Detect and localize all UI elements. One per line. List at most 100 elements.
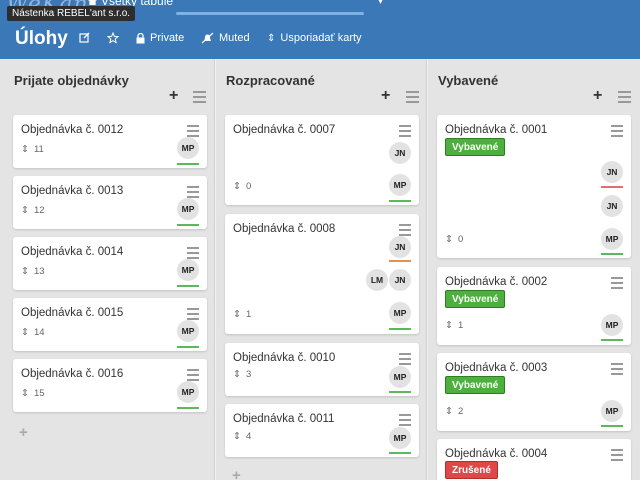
card-title: Objednávka č. 0007 bbox=[233, 124, 336, 136]
card-sort-order: ⇕ 0 bbox=[233, 181, 251, 192]
add-card-plus[interactable]: + bbox=[232, 467, 241, 480]
avatar[interactable]: MP bbox=[389, 366, 411, 388]
avatar[interactable]: JN bbox=[389, 142, 411, 164]
card[interactable]: Objednávka č. 0012 ⇕ 11 MP bbox=[13, 115, 207, 168]
avatar-underline bbox=[177, 407, 199, 409]
pencil-icon bbox=[79, 32, 90, 43]
card[interactable]: Objednávka č. 0001 Vybavené JN JN ⇕ 0 MP bbox=[437, 115, 631, 258]
sort-arrows-icon: ⇕ bbox=[21, 144, 29, 155]
card-title: Objednávka č. 0011 bbox=[233, 413, 335, 425]
avatar[interactable]: JN bbox=[389, 269, 411, 291]
list-title[interactable]: Prijate objednávky bbox=[14, 73, 129, 88]
sort-arrows-icon: ⇕ bbox=[233, 181, 241, 192]
avatar[interactable]: MP bbox=[177, 198, 199, 220]
avatar-underline bbox=[601, 425, 623, 427]
status-badge: Vybavené bbox=[445, 138, 506, 156]
avatar[interactable]: MP bbox=[389, 302, 411, 324]
sort-value: 15 bbox=[33, 388, 45, 399]
card-sort-order: ⇕ 3 bbox=[233, 369, 251, 380]
sort-arrows-icon: ⇕ bbox=[21, 327, 29, 338]
watch-button[interactable]: Muted bbox=[201, 32, 250, 44]
card[interactable]: Objednávka č. 0010 ⇕ 3 MP bbox=[225, 343, 419, 396]
card-menu-icon[interactable] bbox=[611, 277, 623, 292]
status-badge: Vybavené bbox=[445, 290, 506, 308]
avatar-underline bbox=[389, 200, 411, 202]
board-title[interactable]: Úlohy bbox=[15, 28, 68, 50]
list-title[interactable]: Vybavené bbox=[438, 73, 498, 88]
edit-board-button[interactable] bbox=[79, 32, 90, 43]
avatar[interactable]: MP bbox=[601, 228, 623, 250]
card[interactable]: Objednávka č. 0007 JN ⇕ 0 MP bbox=[225, 115, 419, 205]
avatar[interactable]: MP bbox=[177, 259, 199, 281]
avatar-underline bbox=[177, 224, 199, 226]
sort-value: 2 bbox=[457, 406, 464, 417]
sort-value: 4 bbox=[245, 431, 252, 442]
avatar[interactable]: MP bbox=[601, 400, 623, 422]
avatar[interactable]: JN bbox=[601, 195, 623, 217]
avatar[interactable]: MP bbox=[177, 137, 199, 159]
card-sort-order: ⇕ 4 bbox=[233, 431, 251, 442]
sort-arrows-icon: ⇕ bbox=[445, 320, 453, 331]
star-icon bbox=[107, 32, 119, 44]
avatar-underline bbox=[601, 186, 623, 188]
card-sort-order: ⇕ 1 bbox=[233, 309, 251, 320]
card[interactable]: Objednávka č. 0014 ⇕ 13 MP bbox=[13, 237, 207, 290]
visibility-button[interactable]: Private bbox=[136, 32, 184, 44]
avatar[interactable]: MP bbox=[389, 174, 411, 196]
avatar-underline bbox=[389, 452, 411, 454]
card-sort-order: ⇕ 12 bbox=[21, 205, 45, 216]
sort-value: 0 bbox=[245, 181, 252, 192]
list-menu-icon[interactable] bbox=[618, 91, 631, 106]
avatar[interactable]: JN bbox=[389, 236, 411, 258]
sort-icon: ⇕ bbox=[267, 32, 276, 44]
card-menu-icon[interactable] bbox=[611, 449, 623, 464]
status-badge: Vybavené bbox=[445, 376, 506, 394]
bell-slash-icon bbox=[201, 32, 214, 44]
avatar-underline bbox=[601, 339, 623, 341]
list-menu-icon[interactable] bbox=[406, 91, 419, 106]
card-title: Objednávka č. 0012 bbox=[21, 124, 124, 136]
card-menu-icon[interactable] bbox=[399, 125, 411, 140]
card[interactable]: Objednávka č. 0002 Vybavené ⇕ 1 MP bbox=[437, 267, 631, 345]
sort-arrows-icon: ⇕ bbox=[21, 205, 29, 216]
card-sort-order: ⇕ 2 bbox=[445, 406, 463, 417]
card-title: Objednávka č. 0008 bbox=[233, 223, 336, 235]
card[interactable]: Objednávka č. 0015 ⇕ 14 MP bbox=[13, 298, 207, 351]
add-card-button[interactable]: + bbox=[381, 87, 390, 105]
avatar-underline bbox=[177, 285, 199, 287]
card[interactable]: Objednávka č. 0011 ⇕ 4 MP bbox=[225, 404, 419, 457]
list-menu-icon[interactable] bbox=[193, 91, 206, 106]
avatar[interactable]: MP bbox=[177, 381, 199, 403]
card[interactable]: Objednávka č. 0003 Vybavené ⇕ 2 MP bbox=[437, 353, 631, 431]
visibility-label: Private bbox=[150, 32, 185, 44]
sort-value: 14 bbox=[33, 327, 45, 338]
sort-value: 1 bbox=[245, 309, 252, 320]
add-card-button[interactable]: + bbox=[169, 87, 178, 105]
avatar[interactable]: MP bbox=[601, 314, 623, 336]
avatar[interactable]: MP bbox=[177, 320, 199, 342]
list-title[interactable]: Rozpracované bbox=[226, 73, 315, 88]
sort-cards-button[interactable]: ⇕ Usporiadať karty bbox=[267, 32, 362, 44]
card-sort-order: ⇕ 13 bbox=[21, 266, 45, 277]
add-card-button[interactable]: + bbox=[593, 87, 602, 105]
card[interactable]: Objednávka č. 0013 ⇕ 12 MP bbox=[13, 176, 207, 229]
card-menu-icon[interactable] bbox=[611, 363, 623, 378]
card-title: Objednávka č. 0004 bbox=[445, 448, 548, 460]
card-menu-icon[interactable] bbox=[611, 125, 623, 140]
sort-value: 0 bbox=[457, 234, 464, 245]
add-card-plus[interactable]: + bbox=[19, 424, 28, 441]
star-board-button[interactable] bbox=[107, 32, 119, 44]
avatar[interactable]: LM bbox=[366, 269, 388, 291]
list-prijate: Prijate objednávky + Objednávka č. 0012 … bbox=[0, 59, 215, 480]
active-tab-indicator bbox=[176, 12, 364, 15]
avatar[interactable]: MP bbox=[389, 427, 411, 449]
sort-arrows-icon: ⇕ bbox=[21, 266, 29, 277]
chevron-down-icon[interactable]: ▾ bbox=[378, 0, 383, 7]
card[interactable]: Objednávka č. 0016 ⇕ 15 MP bbox=[13, 359, 207, 412]
avatar-underline bbox=[389, 260, 411, 262]
card[interactable]: Objednávka č. 0008 JN LM JN ⇕ 1 MP bbox=[225, 214, 419, 334]
sort-value: 11 bbox=[33, 144, 44, 155]
card[interactable]: Objednávka č. 0004 Zrušené bbox=[437, 439, 631, 480]
avatar[interactable]: JN bbox=[601, 161, 623, 183]
card-title: Objednávka č. 0016 bbox=[21, 368, 124, 380]
